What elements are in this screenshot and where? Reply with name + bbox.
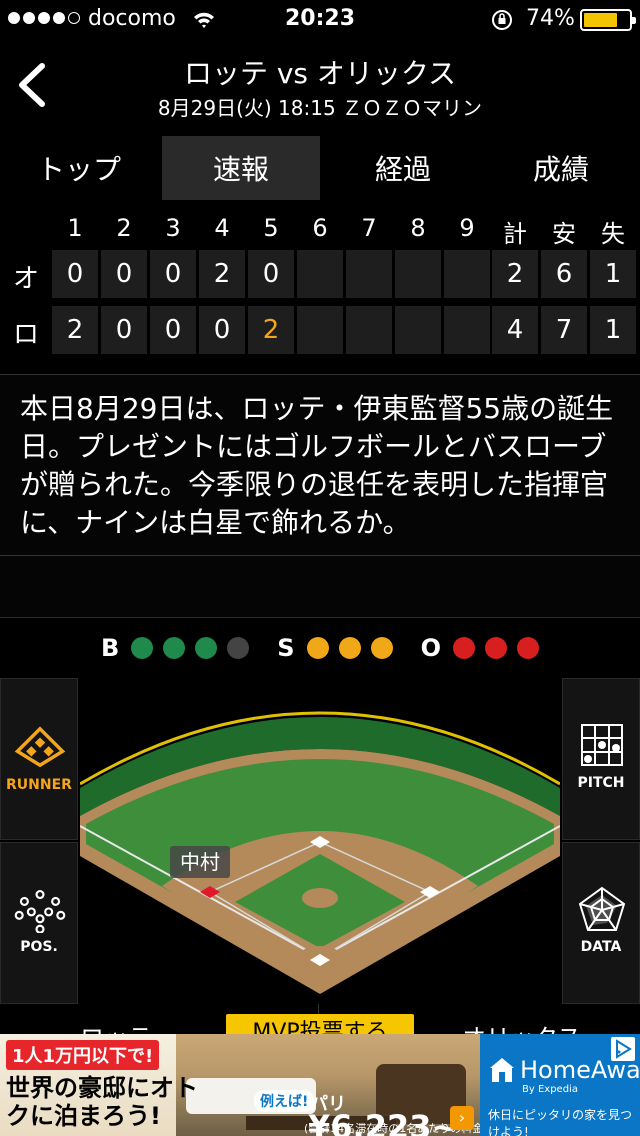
ad-banner[interactable]: 1人1万円以下で! 世界の豪邸にオトクに泊まろう! 例えば! パリ ¥6,223… (0, 1034, 640, 1136)
inning-header: 5 (263, 214, 279, 242)
battery-icon (580, 9, 636, 31)
pitch-button[interactable]: PITCH (562, 678, 640, 840)
pitch-grid-icon (581, 724, 623, 766)
total-cell: 7 (541, 306, 587, 354)
battery-percent: 74% (526, 6, 575, 31)
totals-header: 安 (552, 220, 576, 248)
team-abbrev: オ (12, 264, 39, 294)
ad-arrow-icon[interactable]: › (450, 1106, 474, 1130)
inning-header: 3 (165, 214, 181, 242)
positions-icon (14, 889, 66, 933)
inning-score-cell: 0 (52, 250, 98, 298)
tab-live[interactable]: 速報 (162, 136, 320, 200)
tab-stats[interactable]: 成績 (482, 136, 640, 200)
baseball-field (80, 711, 560, 994)
ball-dot (163, 637, 186, 659)
total-cell: 2 (492, 250, 538, 298)
ad-headline: 世界の豪邸にオトクに泊まろう! (6, 1074, 198, 1130)
ball-dot (195, 637, 218, 659)
rotation-lock-icon (492, 10, 512, 30)
inning-header: 4 (214, 214, 230, 242)
radar-chart-icon (578, 886, 626, 931)
runner-button[interactable]: RUNNER (0, 678, 78, 840)
runner-name-tag: 中村 (170, 846, 230, 878)
runner-diamond-icon (14, 726, 66, 768)
inning-score-cell: 2 (199, 250, 245, 298)
homeaway-house-icon (490, 1058, 514, 1082)
tab-bar: トップ 速報 経過 成績 (0, 136, 640, 200)
total-cell: 6 (541, 250, 587, 298)
total-cell: 1 (590, 250, 636, 298)
data-button-label: DATA (580, 939, 622, 955)
inning-score-cell (297, 306, 343, 354)
total-cell: 1 (590, 306, 636, 354)
spacer-panel (0, 556, 640, 618)
inning-score-cell (297, 250, 343, 298)
inning-score-cell (346, 306, 392, 354)
inning-header: 2 (116, 214, 132, 242)
inning-header: 7 (361, 214, 377, 242)
totals-header: 失 (601, 220, 625, 248)
strike-dot (370, 637, 393, 659)
status-bar: docomo 20:23 74% (0, 0, 640, 40)
inning-header: 8 (410, 214, 426, 242)
ad-choices-icon[interactable] (610, 1036, 636, 1062)
tab-top[interactable]: トップ (0, 136, 158, 200)
out-label: O (420, 634, 441, 662)
inning-score-cell (395, 250, 441, 298)
inning-score-cell (395, 306, 441, 354)
tab-progress[interactable]: 経過 (324, 136, 482, 200)
inning-score-cell (346, 250, 392, 298)
inning-header: 9 (459, 214, 475, 242)
game-comment: 本日8月29日は、ロッテ・伊東監督55歳の誕生日。プレゼントにはゴルフボールとバ… (20, 392, 614, 539)
inning-score-cell: 0 (248, 250, 294, 298)
bottom-tab-bar: ロッテ MVP投票する オリックス (0, 1004, 640, 1036)
inning-header: 6 (312, 214, 328, 242)
mvp-vote-button[interactable]: MVP投票する (226, 1014, 414, 1036)
ad-brand-panel: HomeAway By Expedia 休日にピッタリの家を見つけよう! (480, 1034, 640, 1136)
ad-brand-by: By Expedia (522, 1084, 578, 1095)
inning-score-cell (444, 306, 490, 354)
inning-score-cell: 0 (150, 306, 196, 354)
inning-score-cell: 0 (101, 306, 147, 354)
totals-header: 計 (503, 220, 527, 248)
ball-label: B (101, 634, 120, 662)
out-dot (517, 637, 539, 659)
inning-header: 1 (67, 214, 83, 242)
total-cell: 4 (492, 306, 538, 354)
bso-count: BSO (0, 620, 640, 676)
positions-button-label: POS. (20, 939, 58, 955)
ad-badge: 1人1万円以下で! (6, 1040, 160, 1070)
inning-score-cell (444, 250, 490, 298)
inning-score-cell: 0 (150, 250, 196, 298)
out-dot (453, 637, 475, 659)
strike-dot (306, 637, 329, 659)
strike-dot (338, 637, 361, 659)
ball-dot (131, 637, 154, 659)
inning-score-cell: 2 (52, 306, 98, 354)
pitch-button-label: PITCH (577, 775, 625, 791)
strike-label: S (277, 634, 295, 662)
out-dot (485, 637, 507, 659)
inning-score-cell: 0 (101, 250, 147, 298)
inning-score-cell: 2 (248, 306, 294, 354)
ad-tagline: 休日にピッタリの家を見つけよう! (488, 1108, 633, 1136)
runner-button-label: RUNNER (6, 777, 72, 793)
team-abbrev: ロ (12, 320, 39, 350)
positions-button[interactable]: POS. (0, 842, 78, 1004)
ad-example-tag: 例えば! (254, 1090, 315, 1112)
ball-dot (227, 637, 250, 659)
game-title: ロッテ vs オリックス (183, 57, 457, 90)
game-subtitle: 8月29日(火) 18:15 ＺＯＺＯマリン (157, 96, 483, 120)
inning-score-cell: 0 (199, 306, 245, 354)
data-button[interactable]: DATA (562, 842, 640, 1004)
